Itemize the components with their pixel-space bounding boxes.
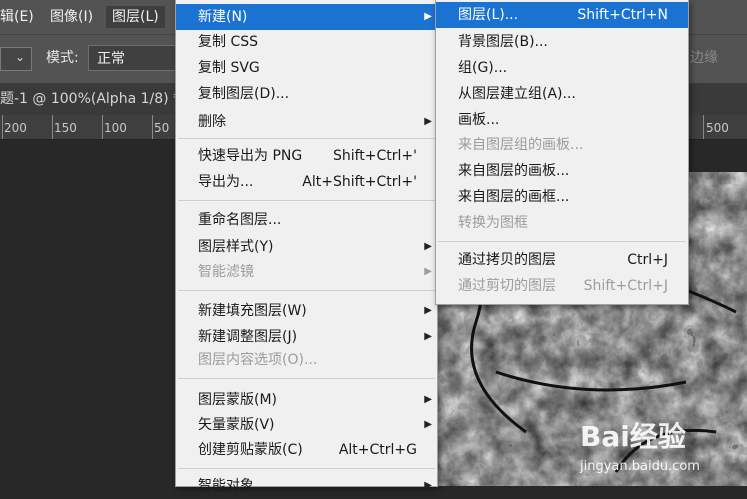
watermark-url: jingyan.baidu.com	[580, 459, 700, 474]
menu-item-duplicate-layer[interactable]: 复制图层(D)...	[176, 81, 437, 107]
menu-edit[interactable]: 辑(E)	[0, 6, 34, 28]
submenu-arrow-icon: ▶	[424, 266, 432, 277]
mode-label: 模式:	[46, 50, 79, 66]
menu-item-smart-object[interactable]: 智能对象 ▶	[176, 473, 437, 499]
submenu-arrow-icon: ▶	[424, 11, 432, 22]
submenu-item-layer-via-cut: 通过剪切的图层 Shift+Ctrl+J	[458, 278, 668, 294]
submenu-item-background-layer[interactable]: 背景图层(B)...	[436, 29, 688, 55]
submenu-arrow-icon: ▶	[424, 241, 432, 252]
menu-separator	[178, 200, 435, 201]
menu-item-copy-css[interactable]: 复制 CSS	[176, 29, 437, 55]
menu-item-layer-content-options: 图层内容选项(O)...	[198, 352, 318, 368]
menu-item-layer-style[interactable]: 图层样式(Y) ▶	[176, 234, 437, 260]
preset-dropdown[interactable]: ⌄	[0, 47, 32, 71]
menu-item-rename-layer[interactable]: 重命名图层...	[176, 207, 437, 233]
submenu-item-layer-via-copy[interactable]: 通过拷贝的图层 Ctrl+J	[436, 247, 688, 273]
menu-separator	[438, 241, 686, 242]
submenu-item-convert-to-frame: 转换为图框	[458, 215, 528, 231]
mode-select[interactable]: 正常	[88, 45, 176, 71]
menu-item-new[interactable]: 新建(N) ▶	[176, 4, 437, 30]
menu-item-create-clipping-mask[interactable]: 创建剪贴蒙版(C) Alt+Ctrl+G	[176, 437, 437, 463]
menu-item-new-fill-layer[interactable]: 新建填充图层(W) ▶	[176, 298, 437, 324]
menu-item-export-as[interactable]: 导出为... Alt+Shift+Ctrl+'	[176, 169, 437, 195]
chevron-down-icon: ⌄	[14, 50, 25, 64]
ruler-tick: 200	[4, 121, 27, 135]
menu-separator	[178, 290, 435, 291]
submenu-item-artboard-from-group: 来自图层组的画板...	[458, 137, 584, 153]
ruler-tick: 150	[54, 121, 77, 135]
submenu-arrow-icon: ▶	[424, 116, 432, 127]
submenu-item-group-from-layers[interactable]: 从图层建立组(A)...	[436, 81, 688, 107]
menu-separator	[178, 378, 435, 379]
document-tab[interactable]: 题-1 @ 100%(Alpha 1/8) *	[0, 89, 180, 109]
menu-separator	[178, 468, 435, 469]
ruler-tick: 500	[706, 121, 729, 135]
menu-item-copy-svg[interactable]: 复制 SVG	[176, 55, 437, 81]
menu-layer[interactable]: 图层(L)	[106, 6, 165, 28]
menu-item-layer-mask[interactable]: 图层蒙版(M) ▶	[176, 387, 437, 413]
menu-item-smart-filter: 智能滤镜 ▶	[176, 259, 437, 285]
edge-option-label: 边缘	[690, 50, 718, 66]
menu-item-vector-mask[interactable]: 矢量蒙版(V) ▶	[176, 412, 437, 438]
ruler-tick: 50	[154, 121, 170, 135]
menu-item-delete[interactable]: 删除 ▶	[176, 109, 437, 135]
layer-menu: 新建(N) ▶ 复制 CSS 复制 SVG 复制图层(D)... 删除 ▶ 快速…	[175, 0, 438, 494]
submenu-arrow-icon: ▶	[424, 419, 432, 430]
menu-separator	[178, 138, 435, 139]
submenu-item-group[interactable]: 组(G)...	[436, 55, 688, 81]
submenu-arrow-icon: ▶	[424, 480, 432, 491]
menu-image[interactable]: 图像(I)	[50, 6, 93, 28]
new-submenu: 图层(L)... Shift+Ctrl+N 背景图层(B)... 组(G)...…	[435, 0, 689, 305]
baidu-watermark: Bai经验 jingyan.baidu.com	[580, 415, 740, 485]
submenu-item-artboard[interactable]: 画板...	[436, 107, 688, 133]
menu-item-quick-export-png[interactable]: 快速导出为 PNG Shift+Ctrl+'	[176, 143, 437, 169]
watermark-logo: Bai经验	[580, 420, 686, 453]
submenu-item-artboard-from-layers[interactable]: 来自图层的画板...	[436, 158, 688, 184]
submenu-arrow-icon: ▶	[424, 305, 432, 316]
ruler-tick: 100	[104, 121, 127, 135]
submenu-arrow-icon: ▶	[424, 394, 432, 405]
submenu-item-frame-from-layers[interactable]: 来自图层的画框...	[436, 184, 688, 210]
submenu-item-layer[interactable]: 图层(L)... Shift+Ctrl+N	[436, 2, 688, 28]
